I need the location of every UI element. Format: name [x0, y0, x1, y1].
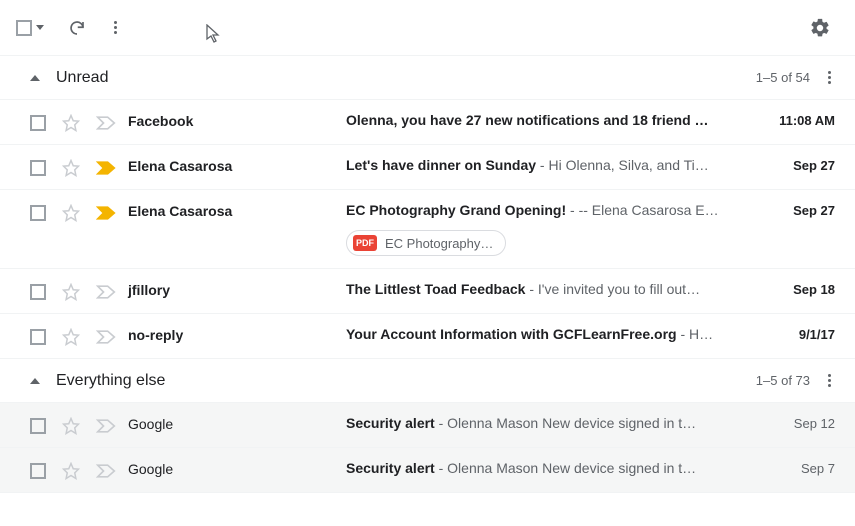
section-right: 1–5 of 73	[756, 370, 835, 391]
star-button[interactable]	[62, 462, 80, 480]
row-controls	[30, 159, 128, 177]
row-content: Your Account Information with GCFLearnFr…	[346, 326, 755, 342]
attachment-name: EC Photography…	[385, 236, 493, 251]
section-header: Unread 1–5 of 54	[0, 56, 855, 100]
importance-marker[interactable]	[96, 205, 116, 221]
star-button[interactable]	[62, 159, 80, 177]
email-row[interactable]: no-replyYour Account Information with GC…	[0, 314, 855, 359]
toolbar-left	[16, 17, 121, 38]
sender: Facebook	[128, 112, 346, 129]
star-button[interactable]	[62, 328, 80, 346]
star-button[interactable]	[62, 417, 80, 435]
preview: - Hi Olenna, Silva, and Ti…	[536, 157, 709, 173]
date: Sep 12	[755, 415, 835, 431]
importance-marker[interactable]	[96, 115, 116, 131]
subject: Let's have dinner on Sunday	[346, 157, 536, 173]
email-row[interactable]: GoogleSecurity alert - Olenna Mason New …	[0, 448, 855, 493]
pdf-icon: PDF	[353, 235, 377, 251]
collapse-caret-icon[interactable]	[30, 75, 40, 81]
row-controls	[30, 462, 128, 480]
cursor-icon	[206, 24, 222, 47]
preview: - Olenna Mason New device signed in t…	[435, 415, 696, 431]
row-content: The Littlest Toad Feedback - I've invite…	[346, 281, 755, 297]
sender: Google	[128, 415, 346, 432]
sender: Google	[128, 460, 346, 477]
importance-marker[interactable]	[96, 463, 116, 479]
toolbar	[0, 0, 855, 56]
preview: - -- Elena Casarosa E…	[566, 202, 719, 218]
gear-icon	[809, 17, 831, 39]
sender: Elena Casarosa	[128, 157, 346, 174]
date: Sep 7	[755, 460, 835, 476]
row-controls	[30, 328, 128, 346]
sender: jfillory	[128, 281, 346, 298]
star-button[interactable]	[62, 114, 80, 132]
subject: Your Account Information with GCFLearnFr…	[346, 326, 677, 342]
email-row[interactable]: GoogleSecurity alert - Olenna Mason New …	[0, 403, 855, 448]
email-row[interactable]: Elena CasarosaEC Photography Grand Openi…	[0, 190, 855, 269]
email-row[interactable]: FacebookOlenna, you have 27 new notifica…	[0, 100, 855, 145]
row-controls	[30, 114, 128, 132]
section-more-button[interactable]	[824, 370, 835, 391]
importance-marker[interactable]	[96, 329, 116, 345]
subject: The Littlest Toad Feedback	[346, 281, 525, 297]
refresh-button[interactable]	[68, 19, 86, 37]
section-header: Everything else 1–5 of 73	[0, 359, 855, 403]
row-controls	[30, 417, 128, 435]
attachment-chip[interactable]: PDF EC Photography…	[346, 230, 506, 256]
subject: EC Photography Grand Opening!	[346, 202, 566, 218]
date: Sep 18	[755, 281, 835, 297]
subject: Olenna, you have 27 new notifications an…	[346, 112, 709, 128]
collapse-caret-icon[interactable]	[30, 378, 40, 384]
row-checkbox[interactable]	[30, 418, 46, 434]
importance-marker[interactable]	[96, 160, 116, 176]
preview: - H…	[677, 326, 714, 342]
row-controls	[30, 204, 128, 222]
email-row[interactable]: Elena CasarosaLet's have dinner on Sunda…	[0, 145, 855, 190]
email-row[interactable]: jfilloryThe Littlest Toad Feedback - I'v…	[0, 269, 855, 314]
select-all-button[interactable]	[16, 20, 44, 36]
more-button[interactable]	[110, 17, 121, 38]
preview: - I've invited you to fill out…	[525, 281, 700, 297]
star-button[interactable]	[62, 204, 80, 222]
subject: Security alert	[346, 460, 435, 476]
row-checkbox[interactable]	[30, 284, 46, 300]
section-title: Unread	[56, 69, 108, 87]
importance-marker[interactable]	[96, 284, 116, 300]
section-title: Everything else	[56, 372, 165, 390]
row-content: Let's have dinner on Sunday - Hi Olenna,…	[346, 157, 755, 173]
row-checkbox[interactable]	[30, 463, 46, 479]
row-checkbox[interactable]	[30, 205, 46, 221]
checkbox-icon	[16, 20, 32, 36]
settings-button[interactable]	[809, 17, 831, 39]
row-content: EC Photography Grand Opening! - -- Elena…	[346, 202, 755, 256]
date: Sep 27	[755, 202, 835, 218]
refresh-icon	[68, 19, 86, 37]
date: 11:08 AM	[755, 112, 835, 128]
pagination-label: 1–5 of 54	[756, 70, 810, 85]
row-checkbox[interactable]	[30, 329, 46, 345]
section-more-button[interactable]	[824, 67, 835, 88]
row-controls	[30, 283, 128, 301]
star-button[interactable]	[62, 283, 80, 301]
sender: Elena Casarosa	[128, 202, 346, 219]
subject: Security alert	[346, 415, 435, 431]
preview: - Olenna Mason New device signed in t…	[435, 460, 696, 476]
row-checkbox[interactable]	[30, 160, 46, 176]
dropdown-caret-icon	[36, 25, 44, 30]
sender: no-reply	[128, 326, 346, 343]
section-right: 1–5 of 54	[756, 67, 835, 88]
date: Sep 27	[755, 157, 835, 173]
importance-marker[interactable]	[96, 418, 116, 434]
row-checkbox[interactable]	[30, 115, 46, 131]
date: 9/1/17	[755, 326, 835, 342]
pagination-label: 1–5 of 73	[756, 373, 810, 388]
row-content: Security alert - Olenna Mason New device…	[346, 415, 755, 431]
row-content: Security alert - Olenna Mason New device…	[346, 460, 755, 476]
row-content: Olenna, you have 27 new notifications an…	[346, 112, 755, 128]
